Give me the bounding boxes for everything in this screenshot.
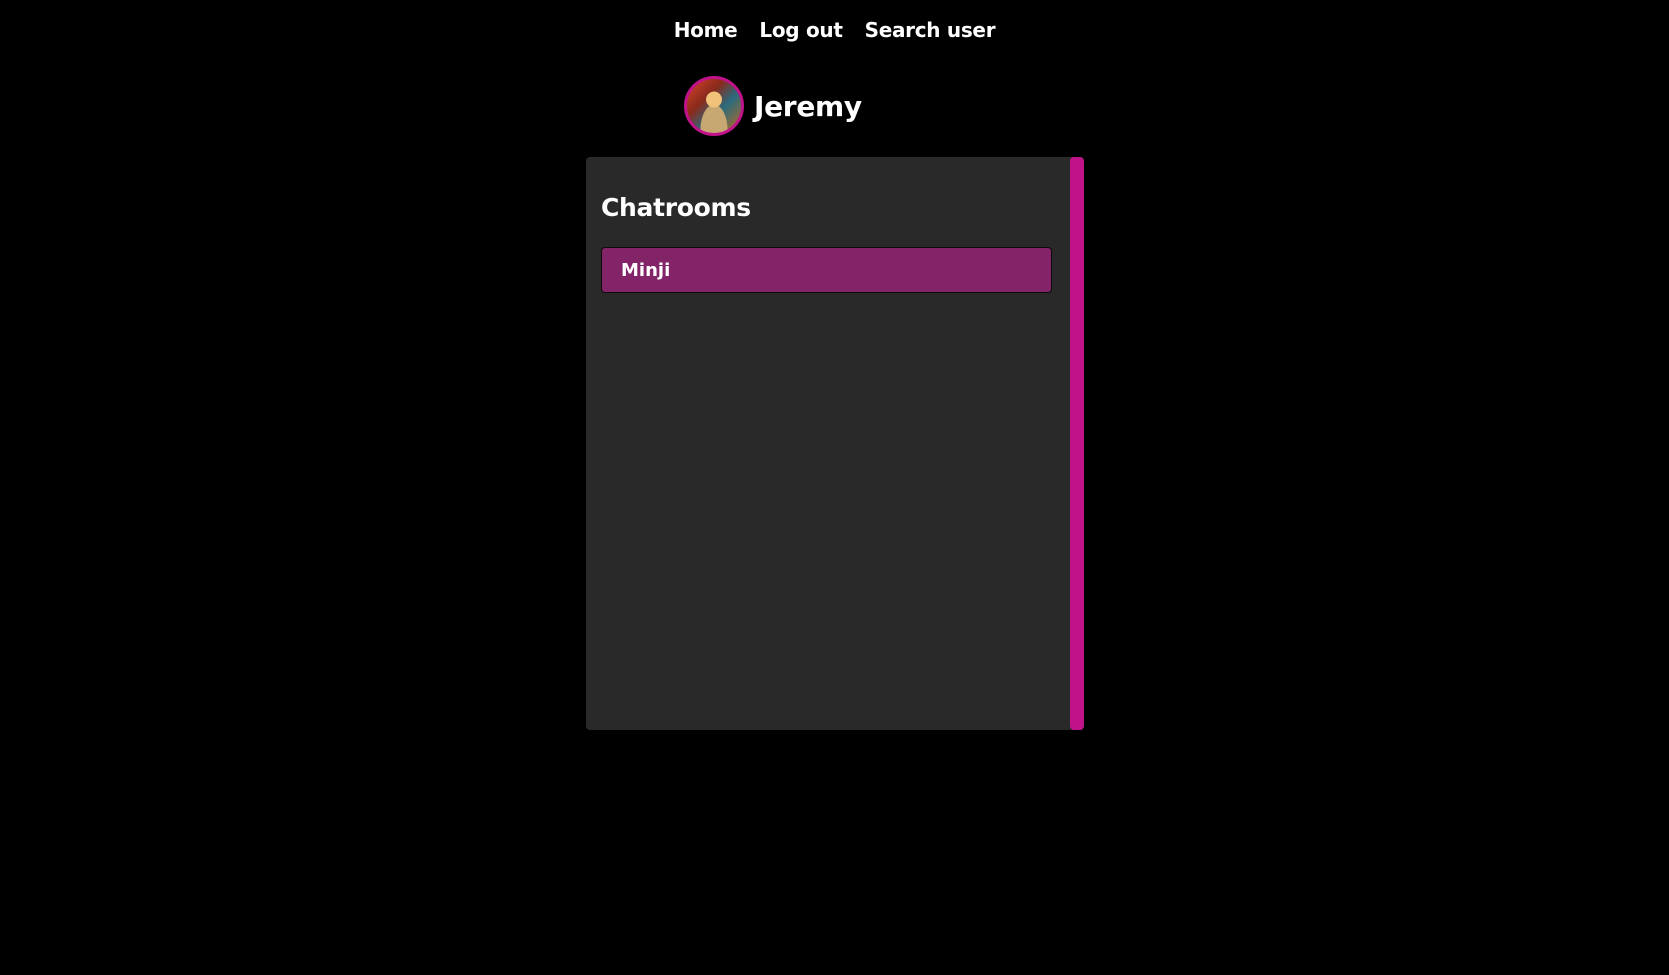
chatroom-name: Minji: [621, 259, 671, 281]
chatrooms-panel: Chatrooms Minji: [586, 157, 1084, 730]
username: Jeremy: [754, 89, 862, 123]
profile-header: Jeremy: [684, 76, 862, 136]
chatroom-item-minji[interactable]: Minji: [601, 247, 1052, 293]
chatrooms-list-container: Chatrooms Minji: [586, 157, 1070, 730]
scrollbar-thumb[interactable]: [1070, 157, 1084, 730]
logout-link[interactable]: Log out: [759, 18, 843, 42]
home-link[interactable]: Home: [674, 18, 738, 42]
top-nav: Home Log out Search user: [0, 18, 1669, 42]
chatrooms-title: Chatrooms: [601, 193, 751, 222]
chatrooms-scrollbar[interactable]: [1070, 157, 1084, 730]
search-user-link[interactable]: Search user: [865, 18, 996, 42]
avatar: [684, 76, 744, 136]
